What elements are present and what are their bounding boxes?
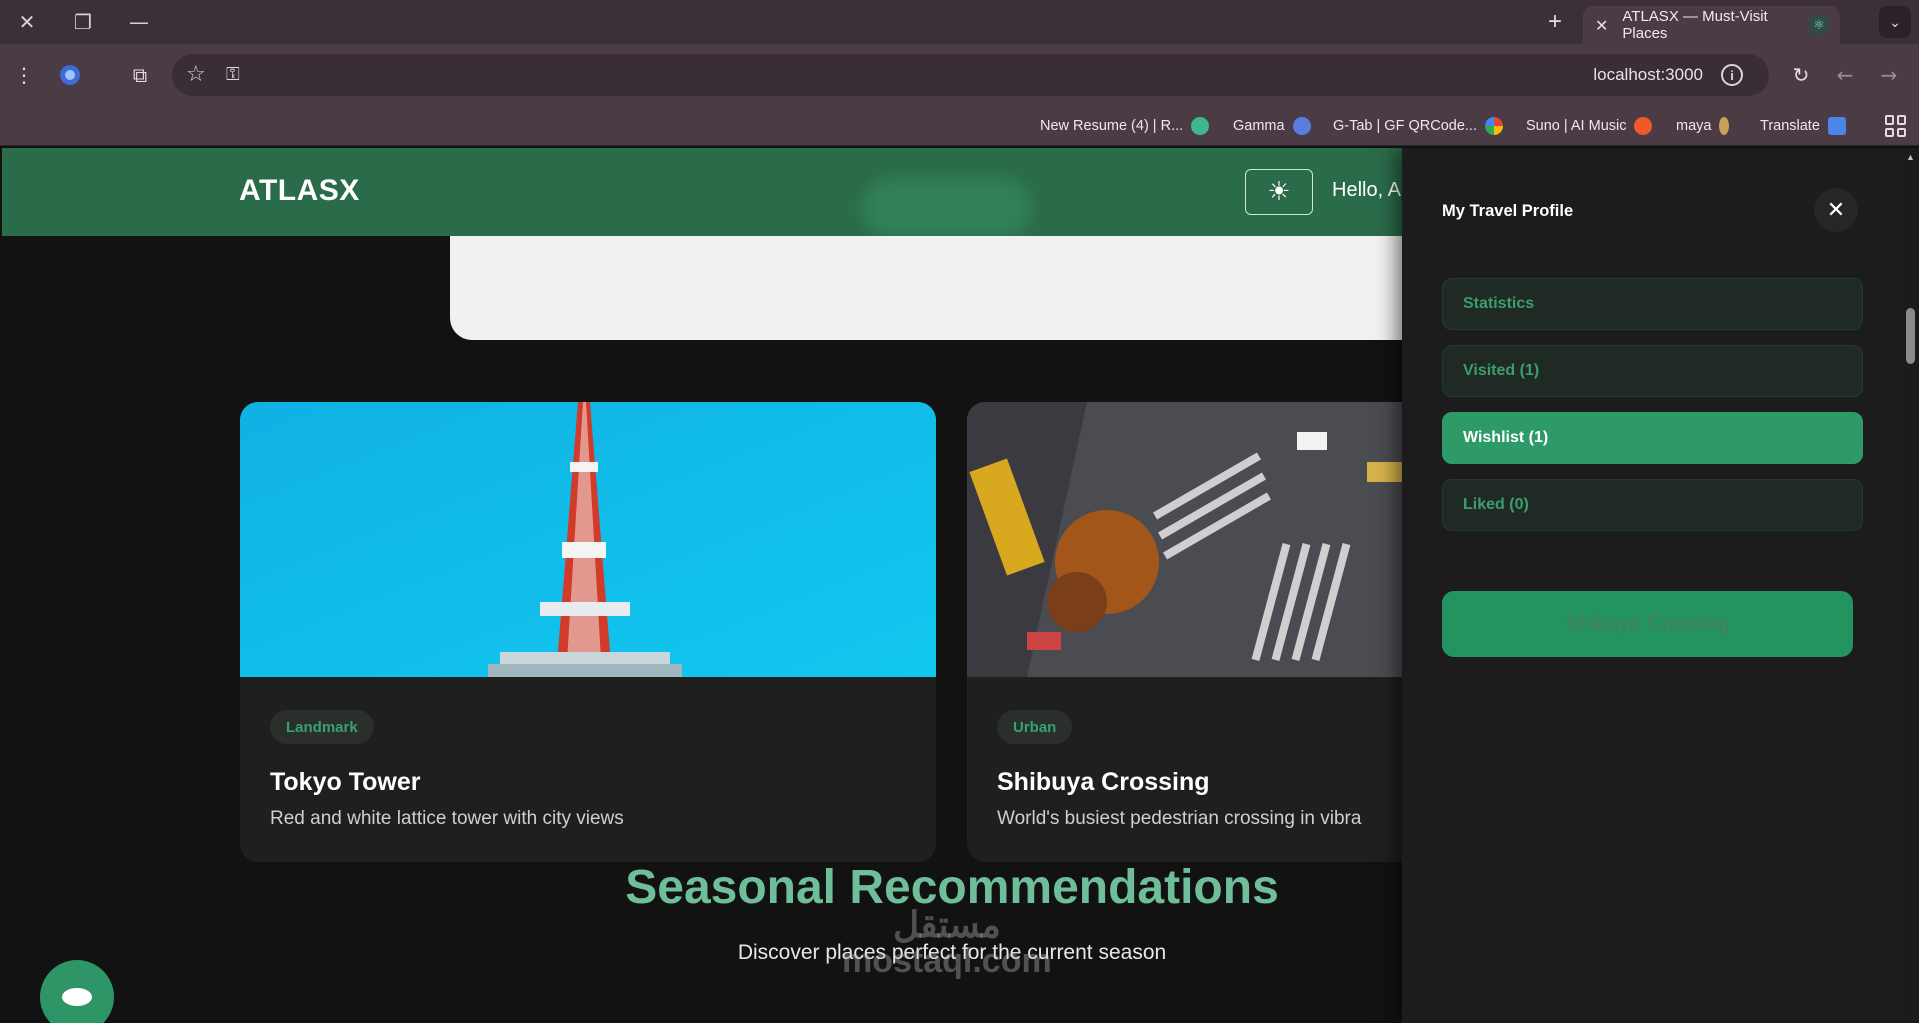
sun-icon: ☀ <box>1267 177 1291 207</box>
profile-avatar-icon[interactable] <box>54 59 86 91</box>
web-page: ATLASX ☀ Hello, A Landmark Tokyo Tower R… <box>2 148 1902 1023</box>
browser-window: ✕ ❐ — + ✕ ATLASX — Must-Visit Places ⚛ ⌄… <box>0 0 1919 1023</box>
bookmark-item[interactable]: Suno | AI Music <box>1526 114 1653 138</box>
chat-button[interactable] <box>40 960 114 1023</box>
bookmark-item[interactable]: G-Tab | GF QRCode... <box>1333 114 1503 138</box>
bookmark-item[interactable]: maya <box>1676 114 1730 138</box>
bookmark-item[interactable]: New Resume (4) | R... <box>1040 114 1210 138</box>
travel-profile-panel: My Travel Profile ✕ Statistics Visited (… <box>1402 148 1902 1023</box>
site-logo[interactable]: ATLASX <box>239 174 360 208</box>
maya-favicon-icon <box>1719 117 1730 135</box>
card-title: Tokyo Tower <box>270 768 421 796</box>
apps-grid-icon[interactable] <box>1885 115 1907 137</box>
tab-visited[interactable]: Visited (1) <box>1442 345 1863 397</box>
site-info-icon[interactable]: i <box>1721 64 1743 86</box>
address-bar[interactable]: ☆ ⚿ localhost:3000 i <box>172 54 1769 96</box>
back-arrow-icon[interactable]: ← <box>1829 59 1861 91</box>
new-tab-button[interactable]: + <box>1538 8 1572 36</box>
browser-tab-active[interactable]: ✕ ATLASX — Must-Visit Places ⚛ <box>1583 6 1840 44</box>
close-tab-icon[interactable]: ✕ <box>1595 16 1608 35</box>
tokyo-tower-photo <box>240 402 936 677</box>
scroll-up-arrow-icon[interactable]: ▲ <box>1906 152 1915 162</box>
card-description: World's busiest pedestrian crossing in v… <box>997 808 1362 829</box>
watermark: مستقل mostaql.com <box>842 906 1052 979</box>
browser-toolbar: ⋮ ⧉ ☆ ⚿ localhost:3000 i ↻ ← → <box>0 44 1919 106</box>
category-tag: Landmark <box>270 710 374 744</box>
password-key-icon[interactable]: ⚿ <box>226 64 240 85</box>
search-panel <box>450 236 1430 340</box>
watermark-domain: mostaql.com <box>842 941 1052 980</box>
chatgpt-favicon-icon <box>1191 117 1210 135</box>
watermark-arabic: مستقل <box>892 904 1001 945</box>
extensions-icon[interactable]: ⧉ <box>124 59 156 91</box>
close-window-icon[interactable]: ✕ <box>8 8 46 36</box>
tab-wishlist[interactable]: Wishlist (1) <box>1442 412 1863 464</box>
bookmarks-bar: New Resume (4) | R... Gamma G-Tab | GF Q… <box>0 106 1919 146</box>
wishlist-item[interactable]: Shibuya Crossing <box>1442 591 1853 657</box>
close-icon: ✕ <box>1826 197 1846 223</box>
theme-toggle-button[interactable]: ☀ <box>1245 169 1313 215</box>
forward-arrow-icon[interactable]: → <box>1873 59 1905 91</box>
minimize-window-icon[interactable]: — <box>120 8 158 36</box>
tab-title: ATLASX — Must-Visit Places <box>1622 8 1768 42</box>
react-favicon-icon: ⚛ <box>1810 15 1828 35</box>
tab-statistics[interactable]: Statistics <box>1442 278 1863 330</box>
bookmark-item[interactable]: Gamma <box>1233 114 1311 138</box>
suno-favicon-icon <box>1634 117 1653 135</box>
panel-title: My Travel Profile <box>1442 202 1574 220</box>
url-text[interactable]: localhost:3000 <box>1593 65 1703 85</box>
menu-dots-icon[interactable]: ⋮ <box>8 59 40 91</box>
scrollbar-thumb[interactable] <box>1906 308 1915 364</box>
chat-bubble-icon <box>62 988 92 1006</box>
translate-favicon-icon <box>1827 117 1846 135</box>
tab-search-button[interactable]: ⌄ <box>1879 6 1911 38</box>
bookmark-star-icon[interactable]: ☆ <box>186 62 206 87</box>
tab-strip: ✕ ❐ — + ✕ ATLASX — Must-Visit Places ⚛ ⌄ <box>0 0 1919 44</box>
reload-icon[interactable]: ↻ <box>1785 59 1817 91</box>
card-description: Red and white lattice tower with city vi… <box>270 808 624 829</box>
gamma-favicon-icon <box>1292 117 1311 135</box>
user-greeting: Hello, A <box>1332 179 1401 201</box>
card-title: Shibuya Crossing <box>997 768 1210 796</box>
google-favicon-icon <box>1484 117 1503 135</box>
bookmark-item[interactable]: Translate <box>1760 114 1846 138</box>
nav-highlight <box>862 178 1032 238</box>
page-scrollbar[interactable]: ▲ <box>1902 148 1919 1023</box>
category-tag: Urban <box>997 710 1073 744</box>
restore-window-icon[interactable]: ❐ <box>64 8 102 36</box>
tab-liked[interactable]: Liked (0) <box>1442 479 1863 531</box>
close-panel-button[interactable]: ✕ <box>1814 188 1858 232</box>
place-card[interactable]: Landmark Tokyo Tower Red and white latti… <box>240 402 936 862</box>
